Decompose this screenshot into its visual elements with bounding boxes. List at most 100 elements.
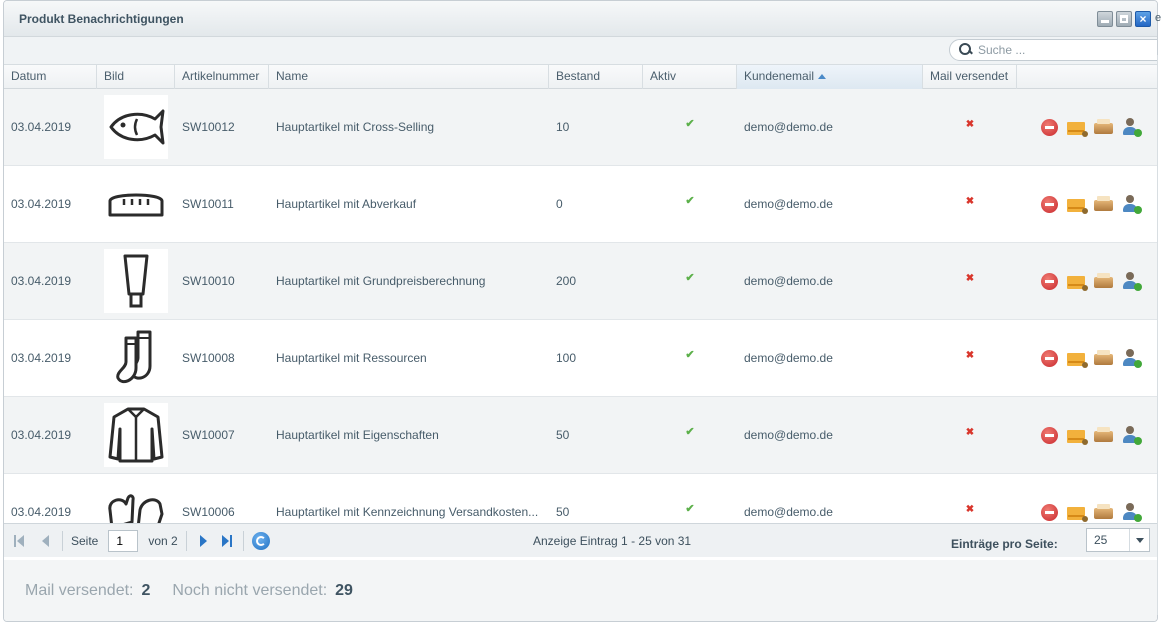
search-input[interactable] — [978, 43, 1128, 57]
column-header-aktiv[interactable]: Aktiv — [643, 65, 737, 89]
cell-artikelnummer: SW10012 — [182, 120, 235, 134]
cell-name: Hauptartikel mit Abverkauf — [276, 197, 417, 211]
delete-icon[interactable] — [1041, 503, 1058, 521]
cell-bestand: 200 — [556, 274, 577, 288]
cell-mail-versendet: ✖ — [923, 347, 1017, 361]
cell-name: Hauptartikel mit Ressourcen — [276, 351, 427, 365]
table-row[interactable]: 03.04.2019 SW10007 Hauptartikel mit Eige… — [4, 397, 1157, 474]
cell-name: Hauptartikel mit Eigenschaften — [276, 428, 439, 442]
column-header-name[interactable]: Name — [269, 65, 549, 89]
window-titlebar[interactable]: Produkt Benachrichtigungen × — [4, 1, 1157, 37]
row-actions — [1017, 426, 1157, 445]
table-row[interactable]: 03.04.2019 SW10008 Hauptartikel mit Ress… — [4, 320, 1157, 397]
column-header-artikelnummer[interactable]: Artikelnummer — [175, 65, 269, 89]
open-customer-icon[interactable] — [1122, 272, 1142, 291]
previous-page-icon[interactable] — [38, 533, 54, 549]
open-customer-icon[interactable] — [1122, 349, 1142, 368]
delete-icon[interactable] — [1041, 349, 1058, 367]
check-icon: ✔ — [685, 118, 695, 130]
row-actions — [1017, 118, 1157, 137]
cell-aktiv: ✔ — [643, 347, 737, 361]
column-header-actions — [1017, 65, 1157, 89]
delete-icon[interactable] — [1041, 118, 1058, 136]
summary-footer: Mail versendet: 2 Noch nicht versendet: … — [4, 560, 1157, 621]
open-article-icon[interactable] — [1094, 349, 1113, 365]
toolbar — [4, 37, 1157, 65]
column-header-mail-versendet[interactable]: Mail versendet — [923, 65, 1017, 89]
page-number-input[interactable] — [108, 529, 139, 552]
last-page-icon[interactable] — [219, 533, 235, 549]
send-mail-icon[interactable] — [1067, 199, 1088, 214]
plus-badge-icon — [1134, 437, 1142, 445]
cell-kundenemail: demo@demo.de — [744, 505, 833, 519]
minimize-icon[interactable] — [1097, 11, 1113, 27]
first-page-icon[interactable] — [12, 533, 28, 549]
cross-icon: ✖ — [965, 504, 975, 515]
per-page-select[interactable]: 25 — [1086, 528, 1150, 552]
cell-datum: 03.04.2019 — [11, 351, 72, 365]
background-window-text: e — [1155, 12, 1162, 24]
grid-body: 03.04.2019 SW10012 Hauptartikel mit Cros… — [4, 89, 1157, 523]
delete-icon[interactable] — [1041, 426, 1058, 444]
cell-aktiv: ✔ — [643, 424, 737, 438]
fish-icon — [104, 95, 168, 159]
notifications-window: Produkt Benachrichtigungen × Datum Bild … — [3, 0, 1158, 622]
next-page-icon[interactable] — [195, 533, 211, 549]
send-mail-icon[interactable] — [1067, 353, 1088, 368]
socks-icon — [104, 326, 168, 390]
open-customer-icon[interactable] — [1122, 118, 1142, 137]
column-header-kundenemail[interactable]: Kundenemail — [737, 65, 923, 89]
unsent-label: Noch nicht versendet: — [172, 581, 328, 599]
plus-badge-icon — [1134, 360, 1142, 368]
refresh-icon[interactable] — [251, 531, 270, 550]
send-mail-icon[interactable] — [1067, 276, 1088, 291]
cell-bestand: 50 — [556, 428, 570, 442]
cell-aktiv: ✔ — [643, 116, 737, 130]
send-mail-icon[interactable] — [1067, 122, 1088, 137]
chevron-down-icon[interactable] — [1129, 529, 1149, 551]
cell-bestand: 50 — [556, 505, 570, 519]
delete-icon[interactable] — [1041, 272, 1058, 290]
cross-icon: ✖ — [965, 196, 975, 207]
open-article-icon[interactable] — [1094, 272, 1113, 288]
cell-bestand: 0 — [556, 197, 563, 211]
search-box[interactable] — [949, 39, 1157, 61]
cell-name: Hauptartikel mit Grundpreisberechnung — [276, 274, 486, 288]
search-icon — [959, 43, 973, 57]
cell-mail-versendet: ✖ — [923, 501, 1017, 515]
maximize-icon[interactable] — [1116, 11, 1132, 27]
table-row[interactable]: 03.04.2019 SW10012 Hauptartikel mit Cros… — [4, 89, 1157, 166]
cell-bestand: 10 — [556, 120, 570, 134]
send-mail-icon[interactable] — [1067, 430, 1088, 445]
column-header-label: Kundenemail — [744, 69, 815, 83]
open-article-icon[interactable] — [1094, 195, 1113, 211]
table-row[interactable]: 03.04.2019 SW10010 Hauptartikel mit Grun… — [4, 243, 1157, 320]
cell-datum: 03.04.2019 — [11, 428, 72, 442]
cell-aktiv: ✔ — [643, 193, 737, 207]
open-article-icon[interactable] — [1094, 426, 1113, 442]
column-header-bild[interactable]: Bild — [97, 65, 175, 89]
cell-datum: 03.04.2019 — [11, 505, 72, 519]
open-customer-icon[interactable] — [1122, 195, 1142, 214]
table-row[interactable]: 03.04.2019 SW10011 Hauptartikel mit Abve… — [4, 166, 1157, 243]
cell-name: Hauptartikel mit Cross-Selling — [276, 120, 435, 134]
cell-artikelnummer: SW10006 — [182, 505, 235, 519]
sent-label: Mail versendet: — [25, 581, 134, 599]
send-mail-icon[interactable] — [1067, 507, 1088, 522]
open-article-icon[interactable] — [1094, 118, 1113, 134]
check-icon: ✔ — [685, 503, 695, 515]
open-customer-icon[interactable] — [1122, 503, 1142, 522]
delete-icon[interactable] — [1041, 195, 1058, 213]
column-header-datum[interactable]: Datum — [4, 65, 97, 89]
column-header-label: Artikelnummer — [182, 69, 260, 83]
cell-datum: 03.04.2019 — [11, 274, 72, 288]
table-row[interactable]: 03.04.2019 SW10006 Hauptartikel mit Kenn… — [4, 474, 1157, 523]
cross-icon: ✖ — [965, 350, 975, 361]
sent-count: 2 — [141, 581, 151, 599]
open-article-icon[interactable] — [1094, 503, 1113, 519]
column-header-bestand[interactable]: Bestand — [549, 65, 643, 89]
close-icon[interactable]: × — [1135, 11, 1151, 27]
cell-artikelnummer: SW10011 — [182, 197, 234, 211]
open-customer-icon[interactable] — [1122, 426, 1142, 445]
paging-toolbar: Seite von 2 Anzeige Eintrag 1 - 25 von 3… — [4, 523, 1157, 557]
